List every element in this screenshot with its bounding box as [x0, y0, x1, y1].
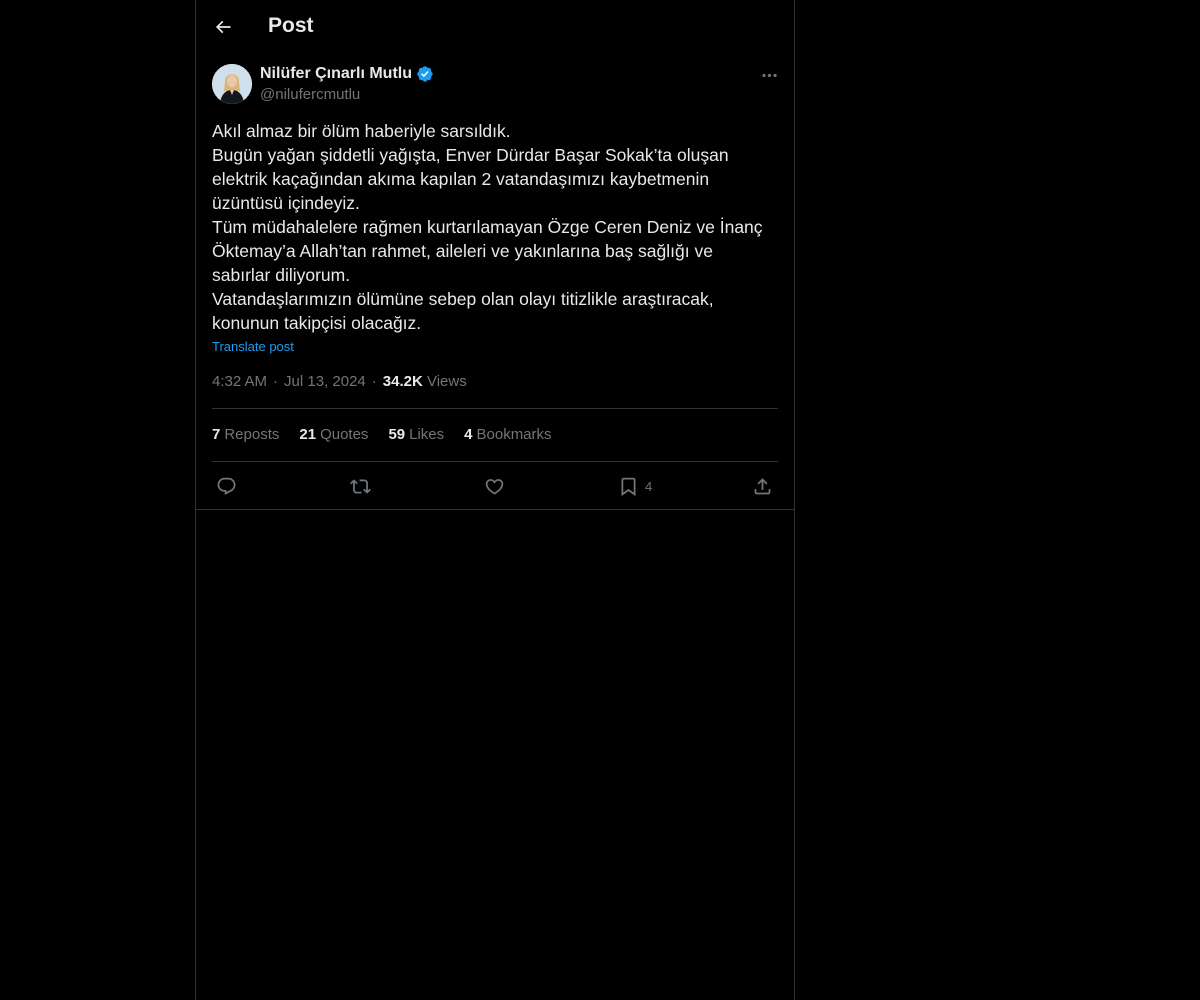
share-button[interactable] [752, 472, 773, 500]
author-name-row[interactable]: Nilüfer Çınarlı Mutlu [260, 65, 434, 83]
divider [212, 461, 778, 462]
share-icon [754, 477, 771, 494]
more-options-button[interactable] [756, 62, 782, 88]
avatar[interactable] [212, 64, 252, 104]
translate-post-link[interactable]: Translate post [212, 339, 294, 354]
post-time[interactable]: 4:32 AM [212, 373, 267, 390]
post-text-line: Vatandaşlarımızın ölümüne sebep olan ola… [212, 289, 714, 309]
post-text-line: Akıl almaz bir ölüm haberiyle sarsıldık. [212, 121, 511, 141]
post-text-line: Bugün yağan şiddetli yağışta, Enver Dürd… [212, 145, 729, 165]
post-bottom-border [196, 509, 794, 510]
post-text-line: Tüm müdahalelere rağmen kurtarılamayan Ö… [212, 217, 763, 237]
repost-button[interactable] [350, 472, 371, 500]
reply-button[interactable] [216, 472, 237, 500]
more-horizontal-icon [761, 73, 777, 77]
post-text-line: sabırlar diliyorum. [212, 265, 351, 285]
post-text: Akıl almaz bir ölüm haberiyle sarsıldık.… [212, 119, 778, 335]
post-date[interactable]: Jul 13, 2024 [284, 373, 366, 390]
author-handle[interactable]: @nilufercmutlu [260, 86, 360, 103]
author-name[interactable]: Nilüfer Çınarlı Mutlu [260, 65, 412, 83]
bookmarks-stat[interactable]: 4 Bookmarks [464, 426, 551, 443]
views-count: 34.2K [382, 373, 423, 390]
likes-stat[interactable]: 59 Likes [388, 426, 444, 443]
bookmark-icon [621, 477, 636, 496]
heart-icon [485, 478, 504, 495]
views-label: Views [426, 373, 467, 390]
post-text-line: elektrik kaçağından akıma kapılan 2 vata… [212, 169, 710, 189]
action-bar: 4 [196, 466, 794, 506]
divider [212, 408, 778, 409]
post-text-line: üzüntüsü içindeyiz. [212, 193, 360, 213]
post-text-line: Öktemay’a Allah’tan rahmet, aileleri ve … [212, 241, 713, 261]
post-meta: 4:32 AM · Jul 13, 2024 · 34.2K Views [212, 373, 467, 390]
post-text-line: konunun takipçisi olacağız. [212, 313, 422, 333]
quotes-stat[interactable]: 21 Quotes [299, 426, 368, 443]
bookmark-button[interactable]: 4 [618, 472, 652, 500]
reposts-stat[interactable]: 7 Reposts [212, 426, 279, 443]
like-button[interactable] [484, 472, 505, 500]
arrow-left-icon [215, 20, 231, 34]
post-header: Post [196, 0, 794, 53]
page-title: Post [268, 14, 314, 37]
post-column: Post Nilüfer Çınarlı Mutlu @nilufercmutl… [195, 0, 795, 1000]
engagement-stats: 7 Reposts 21 Quotes 59 Likes 4 Bookmarks [212, 426, 572, 443]
bookmark-count: 4 [645, 478, 653, 494]
repost-icon [350, 478, 371, 494]
verified-badge-icon[interactable] [416, 65, 434, 83]
profile-photo-icon [212, 64, 252, 104]
back-button[interactable] [206, 10, 240, 44]
reply-icon [217, 477, 236, 495]
